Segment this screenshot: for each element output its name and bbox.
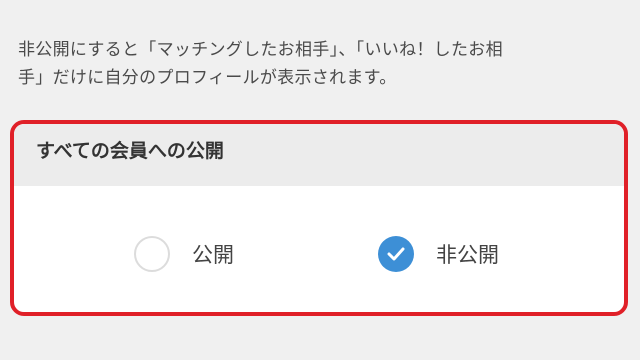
private-option[interactable]: 非公開 (378, 236, 499, 272)
private-radio[interactable] (378, 236, 414, 272)
visibility-setting-title: すべての会員への公開 (14, 124, 624, 186)
visibility-options: 公開 非公開 (14, 186, 624, 312)
privacy-description-line-1: 非公開にすると「マッチングしたお相手」、「いいね！したお相 (18, 40, 503, 60)
privacy-description: 非公開にすると「マッチングしたお相手」、「いいね！したお相 手」だけに自分のプロ… (18, 36, 618, 92)
public-option[interactable]: 公開 (134, 236, 234, 272)
public-radio[interactable] (134, 236, 170, 272)
checkmark-icon (387, 247, 405, 261)
privacy-description-line-2: 手」だけに自分のプロフィールが表示されます。 (18, 68, 397, 88)
private-option-label: 非公開 (436, 243, 499, 267)
public-option-label: 公開 (192, 243, 234, 267)
visibility-setting-card: すべての会員への公開 公開 非公開 (10, 120, 628, 316)
